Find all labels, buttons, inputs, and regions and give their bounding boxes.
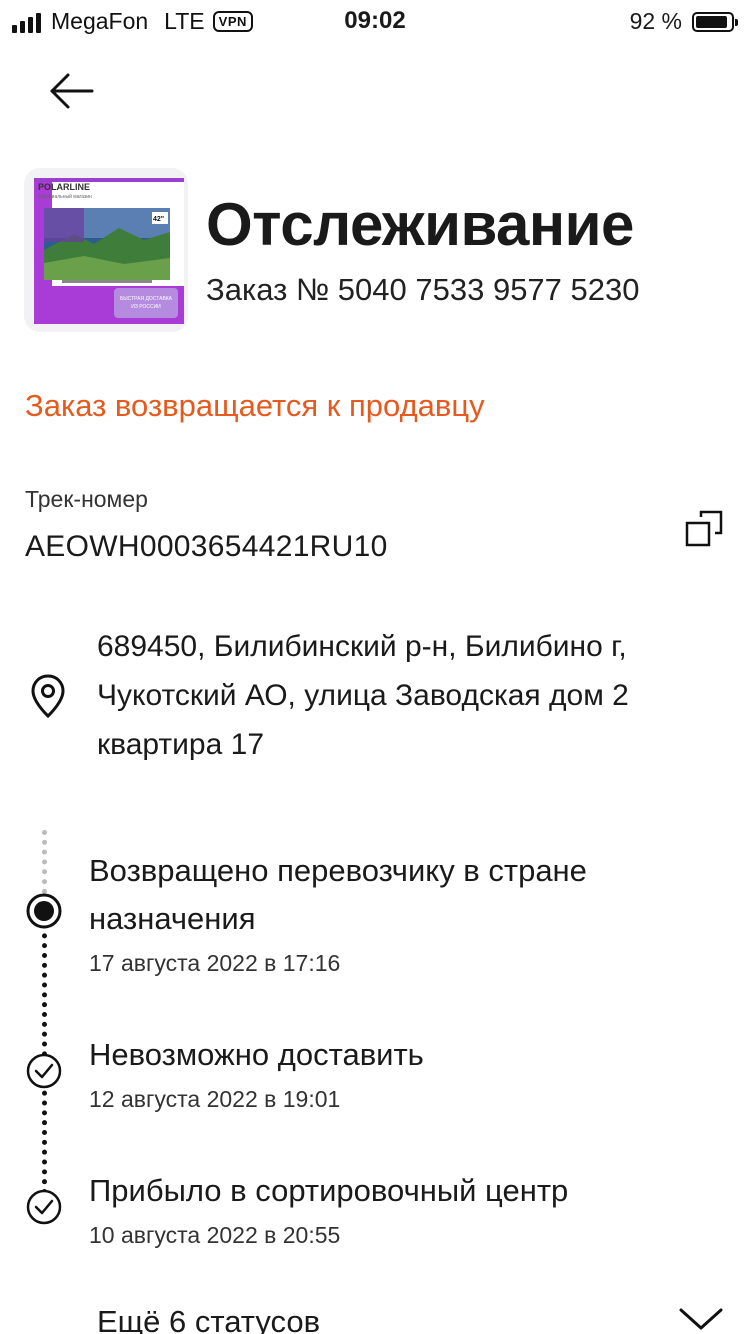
tracking-number[interactable]: AEOWH0003654421RU10 <box>25 530 388 564</box>
delivery-address: 689450, Билибинский р-н, Билибино г, Чук… <box>97 630 629 761</box>
timeline-line-top <box>42 830 47 894</box>
battery-percent: 92 % <box>629 8 682 34</box>
event-title: Прибыло в сортировочный центр <box>89 1173 569 1208</box>
battery-icon <box>692 11 738 32</box>
copy-button[interactable] <box>684 508 726 550</box>
arrow-left-icon <box>50 73 94 109</box>
brand-logo: POLARLINE <box>38 182 90 192</box>
svg-text:БЫСТРАЯ ДОСТАВКА: БЫСТРАЯ ДОСТАВКА <box>120 296 173 302</box>
current-dot-icon <box>25 892 63 930</box>
order-status: Заказ возвращается к продавцу <box>25 388 485 423</box>
event-title: Возвращено перевозчику в стране назначен… <box>89 853 587 936</box>
size-badge: 42" <box>153 216 164 223</box>
event-date: 17 августа 2022 в 17:16 <box>89 950 341 976</box>
svg-text:ИЗ РОССИИ: ИЗ РОССИИ <box>131 304 161 310</box>
copy-icon <box>685 510 723 547</box>
event-date: 12 августа 2022 в 19:01 <box>89 1086 341 1112</box>
status-bar: MegaFon LTE VPN 09:02 92 % <box>0 0 750 40</box>
back-button[interactable] <box>46 70 98 112</box>
page-title: Отслеживание <box>206 191 634 258</box>
event-date: 10 августа 2022 в 20:55 <box>89 1222 341 1248</box>
status-bar-right: 92 % <box>629 8 738 35</box>
tracking-label: Трек-номер <box>25 486 148 512</box>
more-statuses-button[interactable]: Ещё 6 статусов <box>97 1304 320 1334</box>
product-image: POLARLINE Официальный магазин 42" БЫСТРА… <box>24 168 188 332</box>
event-title: Невозможно доставить <box>89 1037 424 1072</box>
check-circle-icon <box>25 1188 63 1226</box>
order-number: Заказ № 5040 7533 9577 5230 <box>206 272 640 307</box>
brand-subtitle: Официальный магазин <box>38 193 92 200</box>
chevron-down-icon[interactable] <box>678 1306 724 1332</box>
location-pin-icon <box>30 674 66 719</box>
check-circle-icon <box>25 1052 63 1090</box>
